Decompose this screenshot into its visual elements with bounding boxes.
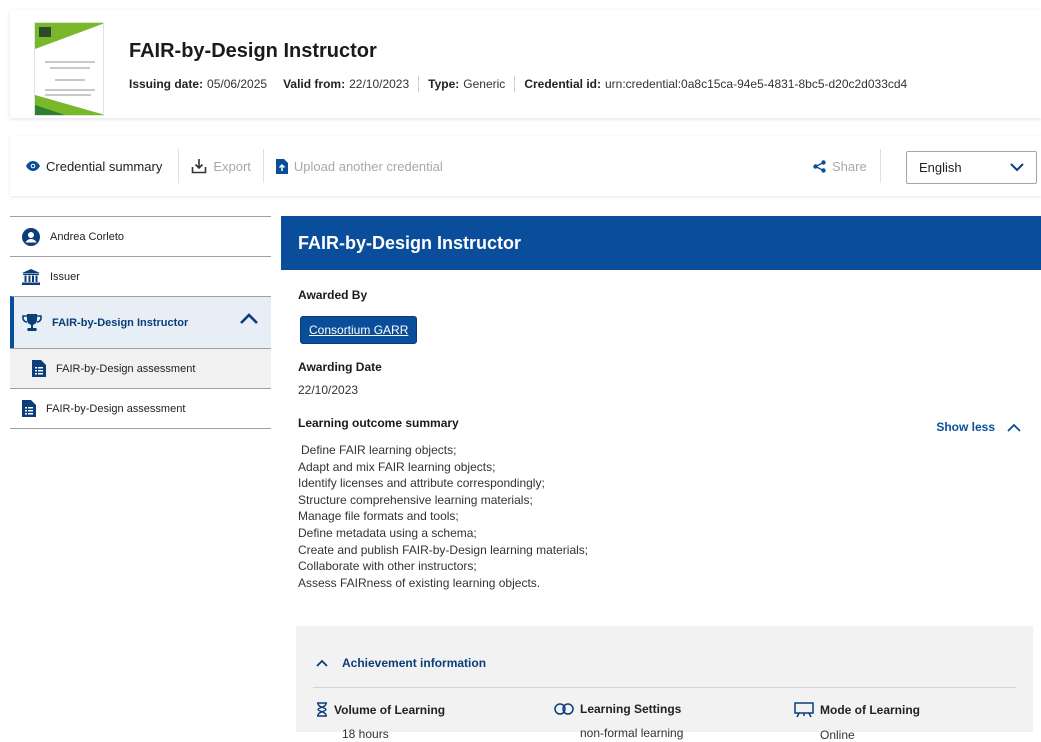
list-item: Adapt and mix FAIR learning objects; bbox=[298, 459, 496, 474]
list-item: Manage file formats and tools; bbox=[298, 509, 459, 524]
file-upload-icon bbox=[275, 158, 288, 174]
share-button[interactable]: Share bbox=[813, 136, 879, 196]
volume-of-learning: Volume of Learning 18 hours bbox=[316, 702, 445, 741]
chevron-down-icon bbox=[1010, 160, 1024, 175]
list-item: Define FAIR learning objects; bbox=[301, 443, 457, 457]
achievement-information-heading: Achievement information bbox=[342, 656, 487, 670]
sidebar-item-label: Issuer bbox=[50, 270, 80, 283]
type-value: Generic bbox=[463, 77, 506, 91]
awarding-date-label: Awarding Date bbox=[298, 360, 382, 374]
upload-credential-button[interactable]: Upload another credential bbox=[264, 136, 455, 196]
document-icon bbox=[22, 400, 36, 417]
credential-summary-label: Credential summary bbox=[46, 158, 163, 174]
sidebar-item-label: Andrea Corleto bbox=[50, 230, 124, 243]
download-icon bbox=[191, 158, 207, 174]
learning-settings-label: Learning Settings bbox=[580, 702, 682, 716]
user-icon bbox=[22, 227, 40, 246]
list-item: Create and publish FAIR-by-Design learni… bbox=[298, 542, 589, 557]
mode-of-learning-value: Online bbox=[820, 728, 855, 742]
volume-of-learning-label: Volume of Learning bbox=[334, 702, 446, 717]
chevron-up-icon[interactable] bbox=[239, 313, 259, 328]
valid-from-value: 22/10/2023 bbox=[349, 77, 410, 91]
language-select[interactable]: English bbox=[906, 151, 1037, 184]
institution-icon bbox=[22, 268, 40, 285]
share-label: Share bbox=[832, 158, 867, 174]
learning-outcome-list: Define FAIR learning objects; Adapt and … bbox=[298, 442, 588, 591]
list-item: Assess FAIRness of existing learning obj… bbox=[298, 575, 541, 590]
valid-from-label: Valid from: bbox=[283, 77, 346, 91]
type-label: Type: bbox=[428, 77, 460, 91]
presentation-icon bbox=[794, 702, 814, 718]
sidebar-item-issuer[interactable]: Issuer bbox=[10, 256, 271, 296]
mode-of-learning-label: Mode of Learning bbox=[820, 703, 920, 717]
credential-title: FAIR-by-Design Instructor bbox=[129, 40, 377, 62]
sidebar-item-label: FAIR-by-Design assessment bbox=[46, 402, 186, 415]
divider bbox=[313, 687, 1016, 688]
document-icon bbox=[32, 360, 46, 377]
achievement-information-toggle[interactable]: Achievement information bbox=[316, 656, 486, 670]
hourglass-icon bbox=[316, 702, 328, 717]
export-button[interactable]: Export bbox=[179, 136, 263, 196]
volume-of-learning-value: 18 hours bbox=[342, 727, 389, 741]
sidebar-item-assessment[interactable]: FAIR-by-Design assessment bbox=[10, 388, 271, 428]
sidebar-item-owner[interactable]: Andrea Corleto bbox=[10, 216, 271, 256]
sidebar-item-label: FAIR-by-Design Instructor bbox=[52, 316, 189, 329]
panel-title: FAIR-by-Design Instructor bbox=[281, 216, 1041, 270]
awarding-body-link[interactable]: Consortium GARR bbox=[300, 316, 418, 344]
divider bbox=[10, 428, 271, 429]
eye-icon bbox=[26, 161, 40, 171]
list-item: Structure comprehensive learning materia… bbox=[298, 492, 533, 507]
sidebar-item-credential[interactable]: FAIR-by-Design Instructor bbox=[10, 296, 271, 348]
issuing-date-value: 05/06/2025 bbox=[207, 77, 268, 91]
credential-header: FAIR-by-Design Instructor Issuing date: … bbox=[10, 10, 1041, 118]
learning-outcome-label: Learning outcome summary bbox=[298, 416, 459, 430]
learning-settings-value: non-formal learning bbox=[580, 726, 684, 740]
trophy-icon bbox=[22, 313, 42, 332]
divider bbox=[418, 76, 420, 92]
list-item: Collaborate with other instructors; bbox=[298, 559, 477, 574]
toggle-icon bbox=[554, 703, 574, 715]
mode-of-learning: Mode of Learning Online bbox=[794, 702, 920, 742]
credential-id-value: urn:credential:0a8c15ca-94e5-4831-8bc5-d… bbox=[605, 77, 908, 91]
credential-sidebar: Andrea Corleto Issuer FAIR-by-Design Ins… bbox=[10, 216, 271, 429]
language-value: English bbox=[919, 160, 962, 175]
sidebar-item-label: FAIR-by-Design assessment bbox=[56, 362, 196, 375]
divider bbox=[514, 76, 516, 92]
awarded-by-label: Awarded By bbox=[298, 288, 368, 302]
credential-thumbnail[interactable] bbox=[34, 22, 104, 116]
chevron-up-icon bbox=[316, 659, 328, 667]
show-less-button[interactable]: Show less bbox=[936, 420, 1021, 434]
credential-toolbar: Credential summary Export Upload another… bbox=[10, 136, 1041, 196]
list-item: Define metadata using a schema; bbox=[298, 525, 477, 540]
credential-id-label: Credential id: bbox=[524, 77, 601, 91]
awarding-date-value: 22/10/2023 bbox=[298, 383, 359, 397]
list-item: Identify licenses and attribute correspo… bbox=[298, 476, 545, 491]
chevron-up-icon bbox=[1007, 423, 1021, 432]
export-label: Export bbox=[213, 158, 251, 174]
show-less-label: Show less bbox=[936, 420, 995, 434]
sidebar-item-assessment[interactable]: FAIR-by-Design assessment bbox=[10, 348, 271, 388]
achievement-information-panel: Achievement information Volume of Learni… bbox=[296, 626, 1033, 742]
divider bbox=[880, 149, 881, 183]
credential-meta: Issuing date: 05/06/2025 Valid from: 22/… bbox=[129, 76, 907, 92]
issuing-date-label: Issuing date: bbox=[129, 77, 204, 91]
upload-credential-label: Upload another credential bbox=[293, 158, 443, 174]
learning-settings: Learning Settings non-formal learning bbox=[554, 702, 683, 740]
credential-summary-button[interactable]: Credential summary bbox=[10, 136, 178, 196]
credential-detail-panel: FAIR-by-Design Instructor Awarded By Con… bbox=[281, 216, 1041, 742]
share-icon bbox=[813, 159, 826, 173]
